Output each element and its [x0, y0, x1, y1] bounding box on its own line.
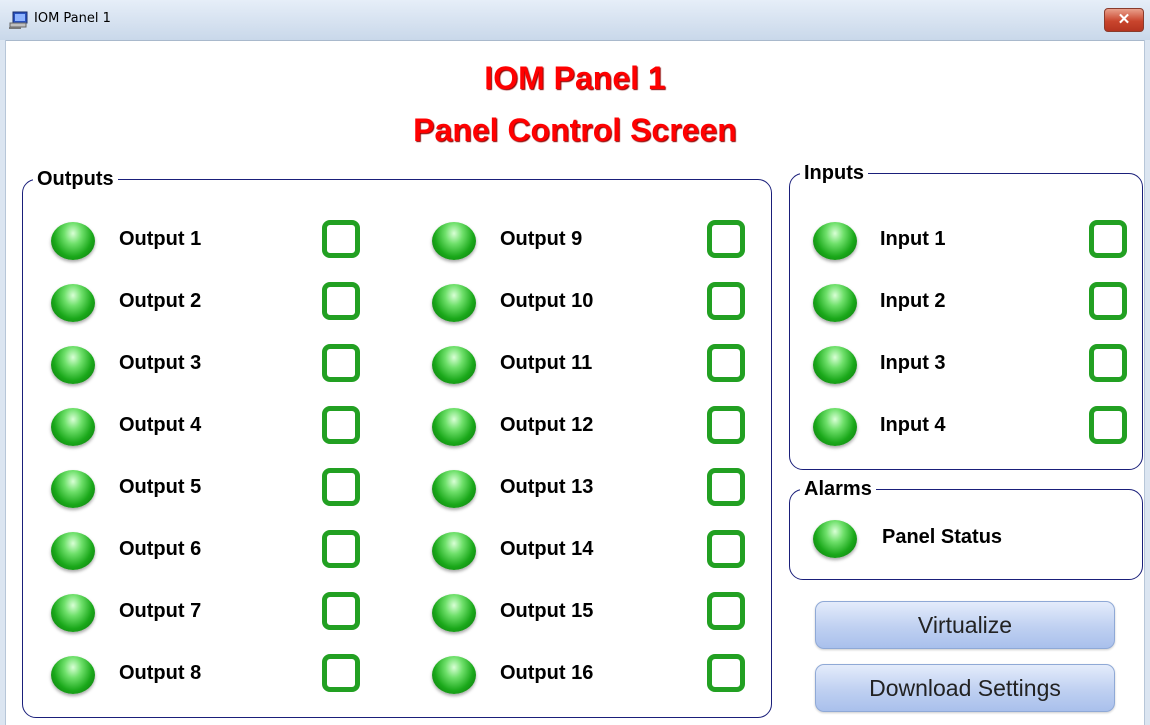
output-label: Output 9 [500, 228, 583, 250]
led-indicator-icon [51, 284, 95, 322]
output-label: Output 6 [119, 538, 202, 560]
output-checkbox[interactable] [322, 220, 360, 258]
input-label: Input 3 [880, 352, 946, 374]
led-indicator-icon [813, 346, 857, 384]
led-indicator-icon [51, 470, 95, 508]
led-indicator-icon [51, 222, 95, 260]
output-checkbox[interactable] [322, 654, 360, 692]
close-icon: ✕ [1117, 11, 1131, 28]
input-checkbox[interactable] [1089, 220, 1127, 258]
output-label: Output 14 [500, 538, 594, 560]
computer-icon [9, 11, 28, 29]
output-label: Output 13 [500, 476, 594, 498]
led-indicator-icon [51, 346, 95, 384]
led-indicator-icon [51, 408, 95, 446]
output-checkbox[interactable] [322, 344, 360, 382]
alarm-label: Panel Status [882, 526, 1003, 548]
led-indicator-icon [432, 656, 476, 694]
led-indicator-icon [432, 222, 476, 260]
outputs-legend: Outputs [37, 168, 114, 190]
output-label: Output 3 [119, 352, 202, 374]
led-indicator-icon [51, 656, 95, 694]
led-indicator-icon [813, 520, 857, 558]
page-title: IOM Panel 1 [484, 60, 666, 96]
led-indicator-icon [432, 594, 476, 632]
output-checkbox[interactable] [322, 530, 360, 568]
output-checkbox[interactable] [322, 282, 360, 320]
led-indicator-icon [813, 284, 857, 322]
output-label: Output 10 [500, 290, 594, 312]
output-checkbox[interactable] [707, 592, 745, 630]
led-indicator-icon [432, 346, 476, 384]
led-indicator-icon [432, 470, 476, 508]
inputs-legend: Inputs [804, 162, 864, 184]
title-bar: IOM Panel 1 ✕ [0, 0, 1150, 41]
window-title: IOM Panel 1 [34, 11, 111, 26]
led-indicator-icon [432, 284, 476, 322]
led-indicator-icon [51, 532, 95, 570]
input-checkbox[interactable] [1089, 282, 1127, 320]
led-indicator-icon [432, 408, 476, 446]
output-label: Output 12 [500, 414, 594, 436]
alarms-legend: Alarms [804, 478, 872, 500]
input-label: Input 2 [880, 290, 946, 312]
led-indicator-icon [432, 532, 476, 570]
input-label: Input 4 [880, 414, 946, 436]
output-label: Output 16 [500, 662, 594, 684]
output-checkbox[interactable] [707, 468, 745, 506]
led-indicator-icon [813, 222, 857, 260]
output-label: Output 2 [119, 290, 202, 312]
led-indicator-icon [813, 408, 857, 446]
input-checkbox[interactable] [1089, 344, 1127, 382]
input-checkbox[interactable] [1089, 406, 1127, 444]
close-button[interactable]: ✕ [1104, 8, 1144, 32]
output-label: Output 8 [119, 662, 202, 684]
output-checkbox[interactable] [322, 468, 360, 506]
output-checkbox[interactable] [707, 220, 745, 258]
output-checkbox[interactable] [707, 406, 745, 444]
led-indicator-icon [51, 594, 95, 632]
virtualize-button[interactable]: Virtualize [815, 601, 1115, 649]
output-checkbox[interactable] [707, 344, 745, 382]
input-label: Input 1 [880, 228, 946, 250]
output-label: Output 4 [119, 414, 202, 436]
output-label: Output 11 [500, 352, 593, 374]
output-label: Output 5 [119, 476, 202, 498]
output-checkbox[interactable] [707, 530, 745, 568]
download-settings-button[interactable]: Download Settings [815, 664, 1115, 712]
output-label: Output 7 [119, 600, 202, 622]
page-subtitle: Panel Control Screen [413, 112, 737, 148]
output-checkbox[interactable] [322, 592, 360, 630]
output-label: Output 1 [119, 228, 202, 250]
output-label: Output 15 [500, 600, 594, 622]
output-checkbox[interactable] [322, 406, 360, 444]
output-checkbox[interactable] [707, 282, 745, 320]
output-checkbox[interactable] [707, 654, 745, 692]
